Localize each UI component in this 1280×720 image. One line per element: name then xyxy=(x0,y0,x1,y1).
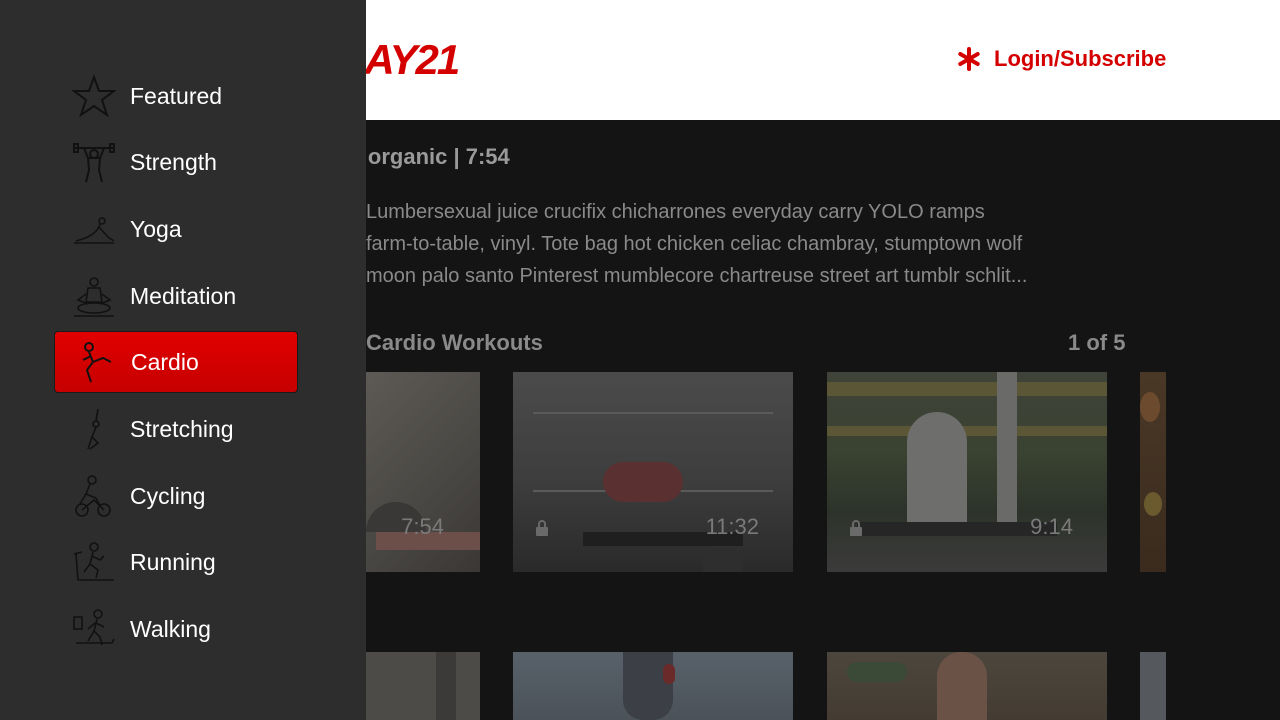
sidebar-item-label: Running xyxy=(130,548,216,575)
page-count: 1 of 5 xyxy=(1068,330,1126,355)
meditation-icon xyxy=(72,274,116,318)
lock-icon xyxy=(850,520,862,536)
sidebar-item-label: Cycling xyxy=(130,482,206,509)
video-thumbnail[interactable]: 7:54 xyxy=(366,372,480,572)
sidebar-item-cardio[interactable]: Cardio xyxy=(54,331,298,393)
asterisk-icon xyxy=(958,47,980,71)
yoga-pose-icon xyxy=(72,207,116,251)
sidebar-item-strength[interactable]: Strength xyxy=(54,131,298,193)
description-line: Lumbersexual juice crucifix chicharrones… xyxy=(366,201,985,223)
video-thumbnail[interactable]: 11:32 xyxy=(513,372,793,572)
sidebar-item-running[interactable]: Running xyxy=(54,531,298,593)
video-duration: 7:54 xyxy=(401,514,444,539)
category-sidebar: Featured Strength Yoga Meditation Cardio… xyxy=(0,0,366,720)
lock-icon xyxy=(536,520,548,536)
login-subscribe-label: Login/Subscribe xyxy=(994,46,1167,71)
sidebar-item-label: Cardio xyxy=(131,348,199,375)
cycling-icon xyxy=(72,474,116,518)
star-icon xyxy=(72,74,116,118)
video-thumbnail[interactable] xyxy=(1140,372,1166,572)
sidebar-item-label: Meditation xyxy=(130,282,237,309)
login-subscribe-button[interactable]: Login/Subscribe xyxy=(956,46,1166,72)
sidebar-item-label: Walking xyxy=(130,615,211,642)
treadmill-icon xyxy=(72,540,116,584)
weightlifter-icon xyxy=(72,140,116,184)
row-label: Cardio Workouts xyxy=(366,330,543,355)
sidebar-item-stretching[interactable]: Stretching xyxy=(54,398,298,460)
sidebar-item-label: Stretching xyxy=(130,415,234,442)
video-thumbnail[interactable] xyxy=(827,652,1107,720)
video-duration: 11:32 xyxy=(705,514,759,539)
video-description: Lumbersexual juice crucifix chicharrones… xyxy=(366,196,1026,292)
sidebar-item-label: Featured xyxy=(130,82,223,109)
sidebar-item-featured[interactable]: Featured xyxy=(54,65,298,127)
video-thumbnail[interactable] xyxy=(1140,652,1166,720)
sidebar-item-meditation[interactable]: Meditation xyxy=(54,265,298,327)
video-thumbnail[interactable] xyxy=(366,652,480,720)
description-line: farm-to-table, vinyl. Tote bag hot chick… xyxy=(366,233,1023,255)
video-duration: 9:14 xyxy=(1030,514,1073,539)
sidebar-item-walking[interactable]: Walking xyxy=(54,598,298,660)
video-thumbnail[interactable] xyxy=(513,652,793,720)
stretching-icon xyxy=(72,407,116,451)
sidebar-item-label: Yoga xyxy=(130,215,182,242)
video-thumbnail[interactable]: 9:14 xyxy=(827,372,1107,572)
sidebar-item-yoga[interactable]: Yoga xyxy=(54,198,298,260)
sidebar-item-cycling[interactable]: Cycling xyxy=(54,465,298,527)
cardio-kick-icon xyxy=(73,340,117,384)
walking-icon xyxy=(72,607,116,651)
sidebar-item-label: Strength xyxy=(130,148,217,175)
description-line: moon palo santo Pinterest mumblecore cha… xyxy=(366,265,1026,287)
